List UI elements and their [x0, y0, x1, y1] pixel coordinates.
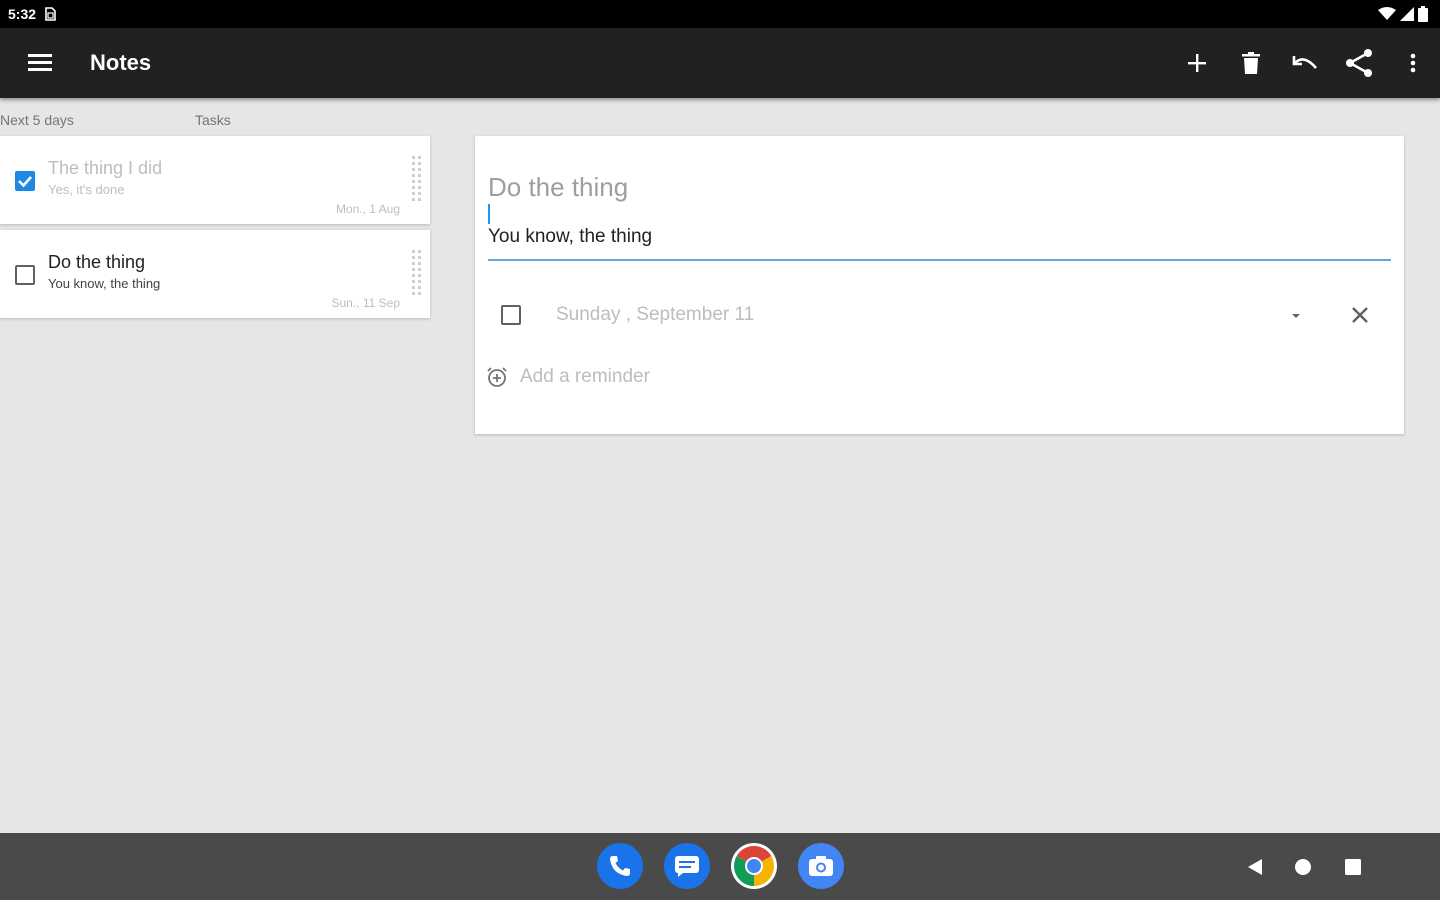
delete-button[interactable] — [1224, 28, 1278, 98]
note-list-item[interactable]: The thing I did Yes, it's done Mon., 1 A… — [0, 136, 430, 224]
drag-handle-icon[interactable] — [412, 250, 422, 300]
trash-icon — [1242, 52, 1260, 74]
tab-tasks[interactable]: Tasks — [195, 112, 231, 128]
tab-next-5-days[interactable]: Next 5 days — [0, 112, 74, 128]
add-reminder-button[interactable]: Add a reminder — [520, 366, 650, 388]
note-date: Mon., 1 Aug — [335, 202, 400, 216]
dock-camera-app[interactable] — [798, 843, 844, 889]
status-right — [1378, 6, 1428, 22]
share-icon — [1346, 49, 1372, 77]
back-button[interactable] — [1242, 855, 1266, 879]
add-button[interactable] — [1170, 28, 1224, 98]
dock-chrome-app[interactable] — [731, 843, 777, 889]
text-cursor — [488, 204, 490, 224]
app-bar: Notes — [0, 28, 1440, 98]
dock-messages-app[interactable] — [664, 843, 710, 889]
sim-card-icon — [45, 7, 56, 21]
dock-phone-app[interactable] — [597, 843, 643, 889]
recents-square-icon — [1345, 859, 1361, 875]
note-body: Yes, it's done — [48, 182, 125, 197]
list-tabs: Next 5 days Tasks — [0, 112, 440, 132]
note-title: Do the thing — [48, 252, 146, 272]
battery-icon — [1418, 6, 1428, 22]
editor-body-input[interactable]: You know, the thing — [488, 226, 652, 248]
signal-icon — [1400, 7, 1414, 21]
drag-handle-icon[interactable] — [412, 156, 422, 206]
alarm-add-icon — [487, 367, 507, 387]
overflow-menu-button[interactable] — [1386, 28, 1440, 98]
status-left: 5:32 — [8, 6, 56, 22]
recents-button[interactable] — [1341, 855, 1365, 879]
hamburger-icon — [28, 54, 52, 71]
share-button[interactable] — [1332, 28, 1386, 98]
plus-icon — [1188, 54, 1206, 72]
checkbox-checked-icon[interactable] — [14, 170, 36, 192]
phone-icon — [610, 856, 630, 876]
more-vert-icon — [1410, 53, 1416, 73]
note-editor: Do the thing You know, the thing Sunday … — [475, 136, 1404, 434]
message-icon — [675, 856, 699, 877]
note-list-item[interactable]: Do the thing You know, the thing Sun., 1… — [0, 230, 430, 318]
editor-title-input[interactable]: Do the thing — [488, 172, 628, 203]
home-button[interactable] — [1291, 855, 1315, 879]
note-date: Sun., 11 Sep — [331, 296, 401, 310]
app-title: Notes — [90, 50, 152, 75]
status-bar: 5:32 — [0, 0, 1440, 28]
undo-icon — [1292, 56, 1317, 69]
due-date-selector[interactable]: Sunday , September 11 — [556, 304, 754, 326]
dropdown-arrow-icon[interactable] — [1285, 304, 1307, 326]
due-date-checkbox[interactable] — [500, 304, 522, 326]
note-body: You know, the thing — [48, 276, 161, 291]
note-title: The thing I did — [48, 158, 163, 178]
clear-date-icon[interactable] — [1347, 302, 1373, 328]
menu-button[interactable] — [0, 28, 80, 98]
home-circle-icon — [1295, 859, 1311, 875]
camera-icon — [809, 856, 833, 876]
chrome-icon — [734, 846, 774, 886]
input-underline — [488, 259, 1391, 261]
checkbox-unchecked-icon[interactable] — [14, 264, 36, 286]
undo-button[interactable] — [1278, 28, 1332, 98]
wifi-icon — [1378, 7, 1396, 20]
back-triangle-icon — [1248, 859, 1262, 875]
status-time: 5:32 — [8, 6, 37, 22]
app-actions — [1170, 28, 1440, 98]
navigation-bar — [0, 833, 1440, 900]
